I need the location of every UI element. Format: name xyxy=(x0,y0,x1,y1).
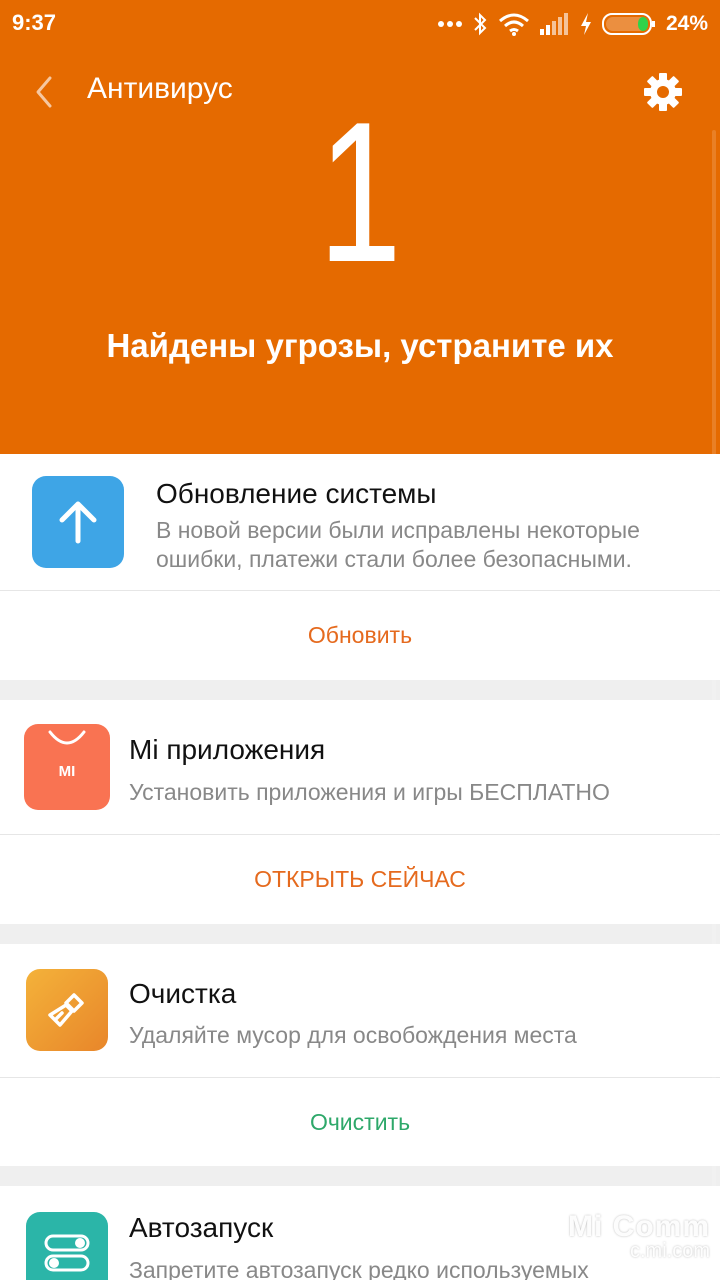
system-update-title: Обновление системы xyxy=(156,478,437,509)
system-update-description: В новой версии были исправлены некоторые… xyxy=(156,516,640,574)
autostart-icon-tile[interactable] xyxy=(26,1212,108,1280)
cleaner-icon-tile[interactable] xyxy=(26,969,108,1051)
system-update-card: Обновление системы В новой версии были и… xyxy=(0,454,720,680)
signal-icon xyxy=(539,13,568,35)
clean-button[interactable]: Очистить xyxy=(0,1109,720,1136)
watermark-line1: Mi Comm xyxy=(568,1210,710,1243)
card-divider xyxy=(0,590,720,591)
cleaner-title: Очистка xyxy=(129,978,237,1009)
status-time: 9:37 xyxy=(12,10,57,35)
status-bar: 9:37 24% xyxy=(0,0,720,50)
threat-message: Найдены угрозы, устраните их xyxy=(106,327,614,364)
toggle-switches-icon xyxy=(44,1234,90,1272)
cleaner-description: Удаляйте мусор для освобождения места xyxy=(129,1021,577,1050)
gear-icon[interactable] xyxy=(643,72,683,112)
watermark: Mi Comm c.mi.com xyxy=(568,1210,710,1263)
autostart-title: Автозапуск xyxy=(129,1212,274,1243)
arrow-up-icon xyxy=(59,501,97,544)
battery-icon xyxy=(601,13,655,35)
threat-count: 1 xyxy=(318,81,402,304)
description-line: В новой версии были исправлены некоторые xyxy=(156,517,640,543)
card-divider xyxy=(0,1077,720,1078)
description-line: Удаляйте мусор для освобождения места xyxy=(129,1022,577,1048)
charging-icon xyxy=(580,13,591,35)
update-button[interactable]: Обновить xyxy=(0,622,720,649)
scrollbar[interactable] xyxy=(712,130,716,1280)
autostart-description: Запретите автозапуск редко используемых xyxy=(129,1256,589,1280)
open-now-button[interactable]: ОТКРЫТЬ СЕЙЧАС xyxy=(0,866,720,893)
mi-apps-title: Mi приложения xyxy=(129,734,326,765)
bluetooth-icon xyxy=(474,12,487,36)
status-icons: 24% xyxy=(437,9,708,39)
more-dots-icon xyxy=(437,21,462,27)
mi-apps-card: MI Mi приложения Установить приложения и… xyxy=(0,700,720,924)
mi-logo-text: MI xyxy=(58,762,76,780)
mi-apps-description: Установить приложения и игры БЕСПЛАТНО xyxy=(129,778,610,807)
broom-icon xyxy=(48,993,84,1027)
description-line: Установить приложения и игры БЕСПЛАТНО xyxy=(129,779,610,805)
system-update-icon-tile[interactable] xyxy=(32,476,124,568)
antivirus-header: 9:37 24% Антивирус 1 Найдены угрозы, уст… xyxy=(0,0,720,454)
battery-percent: 24% xyxy=(665,12,708,35)
cleaner-card: Очистка Удаляйте мусор для освобождения … xyxy=(0,944,720,1166)
wifi-icon xyxy=(498,13,529,36)
mi-apps-icon-tile[interactable]: MI xyxy=(24,724,110,810)
description-line: ошибки, платежи стали более безопасными. xyxy=(156,546,632,572)
card-divider xyxy=(0,834,720,835)
back-chevron-icon[interactable] xyxy=(30,74,58,110)
description-line: Запретите автозапуск редко используемых xyxy=(129,1257,589,1280)
